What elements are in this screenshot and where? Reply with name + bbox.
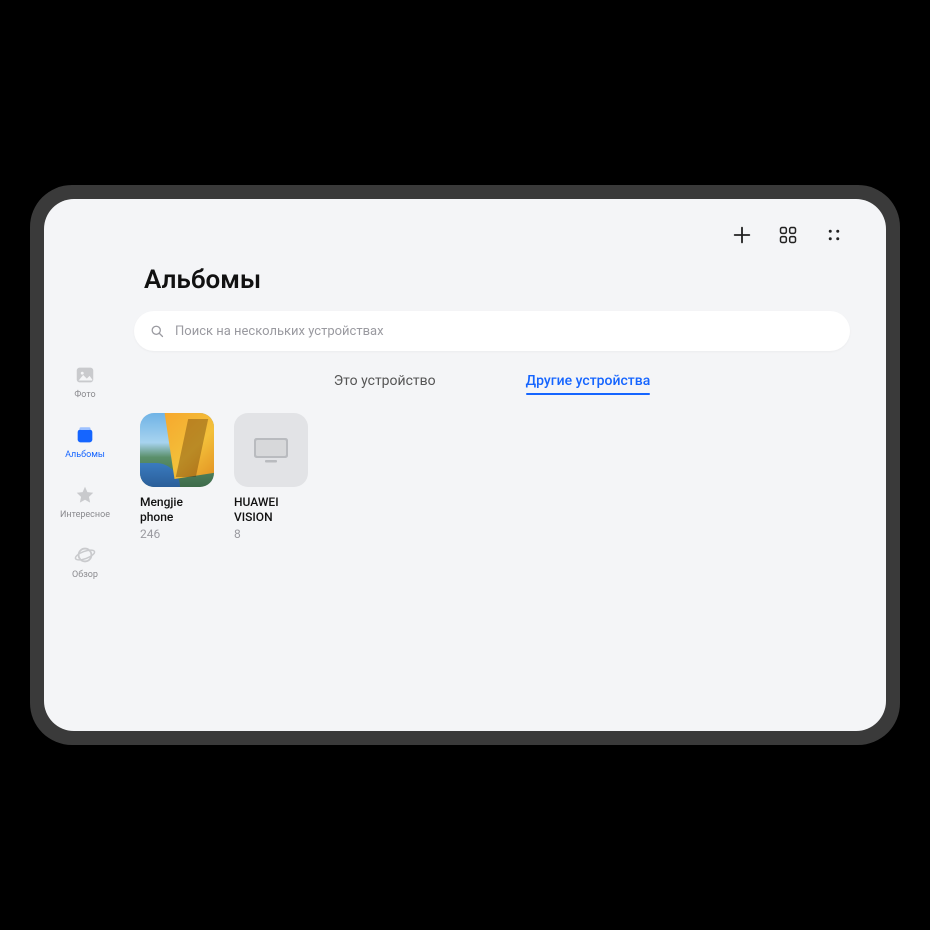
- star-icon: [74, 484, 96, 506]
- album-thumbnail: [140, 413, 214, 487]
- sidebar-item-interesting[interactable]: Интересное: [44, 484, 126, 520]
- sidebar-item-label: Интересное: [60, 510, 110, 520]
- grid-icon: [778, 225, 798, 245]
- tab-other-devices[interactable]: Другие устройства: [526, 373, 651, 395]
- photo-scene-icon: [140, 413, 214, 487]
- tabs: Это устройство Другие устройства: [134, 373, 850, 395]
- photo-icon: [74, 364, 96, 386]
- albums-grid: Mengjie phone 246 HUAWEI VISION: [134, 413, 850, 541]
- search-input[interactable]: Поиск на нескольких устройствах: [134, 311, 850, 351]
- tablet-frame: Фото Альбомы Интересное: [30, 185, 900, 745]
- album-name: Mengjie phone: [140, 495, 216, 525]
- planet-icon: [74, 544, 96, 566]
- tv-icon: [252, 435, 290, 465]
- search-placeholder: Поиск на нескольких устройствах: [175, 324, 384, 339]
- search-icon: [150, 324, 165, 339]
- sidebar-item-label: Фото: [74, 390, 95, 400]
- album-name: HUAWEI VISION: [234, 495, 310, 525]
- page-title: Альбомы: [134, 265, 850, 295]
- tablet-screen: Фото Альбомы Интересное: [44, 199, 886, 731]
- album-count: 8: [234, 527, 310, 541]
- sidebar-item-albums[interactable]: Альбомы: [44, 424, 126, 460]
- plus-icon: [731, 224, 753, 246]
- sidebar-item-label: Альбомы: [65, 450, 105, 460]
- more-dots-icon: [825, 226, 843, 244]
- tab-this-device[interactable]: Это устройство: [334, 373, 436, 395]
- sidebar-item-label: Обзор: [72, 570, 98, 580]
- more-button[interactable]: [822, 223, 846, 247]
- sidebar: Фото Альбомы Интересное: [44, 199, 126, 731]
- grid-view-button[interactable]: [776, 223, 800, 247]
- main-content: Альбомы Поиск на нескольких устройствах …: [126, 199, 886, 731]
- albums-icon: [74, 424, 96, 446]
- sidebar-item-photos[interactable]: Фото: [44, 364, 126, 400]
- album-mengjie-phone[interactable]: Mengjie phone 246: [140, 413, 216, 541]
- album-thumbnail: [234, 413, 308, 487]
- album-huawei-vision[interactable]: HUAWEI VISION 8: [234, 413, 310, 541]
- sidebar-item-overview[interactable]: Обзор: [44, 544, 126, 580]
- add-button[interactable]: [730, 223, 754, 247]
- toolbar: [134, 219, 850, 251]
- album-count: 246: [140, 527, 216, 541]
